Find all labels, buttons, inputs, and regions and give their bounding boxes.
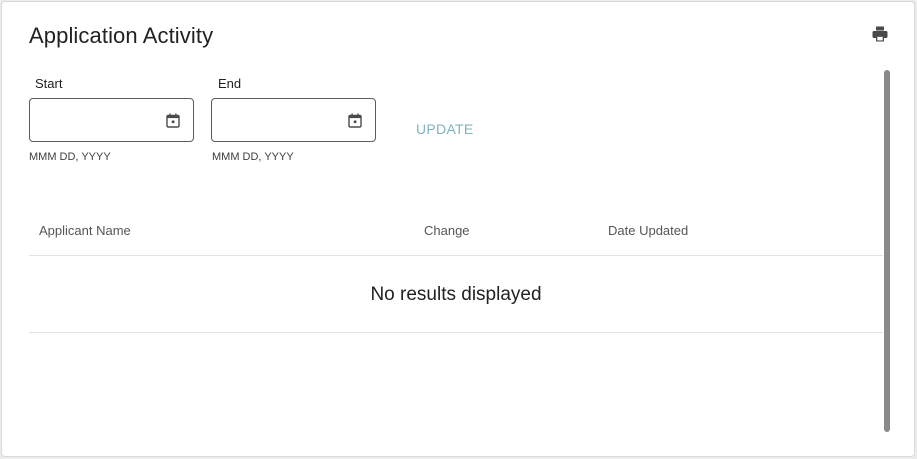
card-title: Application Activity: [29, 23, 214, 48]
start-date-input[interactable]: [30, 99, 158, 141]
calendar-icon: [166, 113, 180, 128]
end-date-input[interactable]: [212, 99, 340, 141]
end-date-hint: MMM DD, YYYY: [212, 151, 294, 163]
start-date-label: Start: [35, 76, 63, 91]
empty-results-message: No results displayed: [370, 284, 542, 305]
application-activity-card: Application Activity Start MMM DD, YYYY …: [1, 1, 915, 457]
scrollbar-thumb[interactable]: [884, 70, 890, 432]
print-button[interactable]: [870, 24, 890, 44]
column-header-date-updated[interactable]: Date Updated: [608, 223, 688, 238]
table-header-divider: [29, 255, 883, 256]
table-footer-divider: [29, 332, 883, 333]
column-header-applicant-name[interactable]: Applicant Name: [39, 223, 131, 238]
start-calendar-icon[interactable]: [165, 112, 181, 128]
start-date-hint: MMM DD, YYYY: [29, 151, 111, 163]
print-icon: [872, 26, 888, 42]
end-calendar-icon[interactable]: [347, 112, 363, 128]
end-date-label: End: [218, 76, 242, 91]
end-date-field[interactable]: [211, 98, 376, 142]
update-button[interactable]: UPDATE: [408, 114, 482, 144]
start-date-field[interactable]: [29, 98, 194, 142]
column-header-change[interactable]: Change: [424, 223, 470, 238]
calendar-icon: [348, 113, 362, 128]
